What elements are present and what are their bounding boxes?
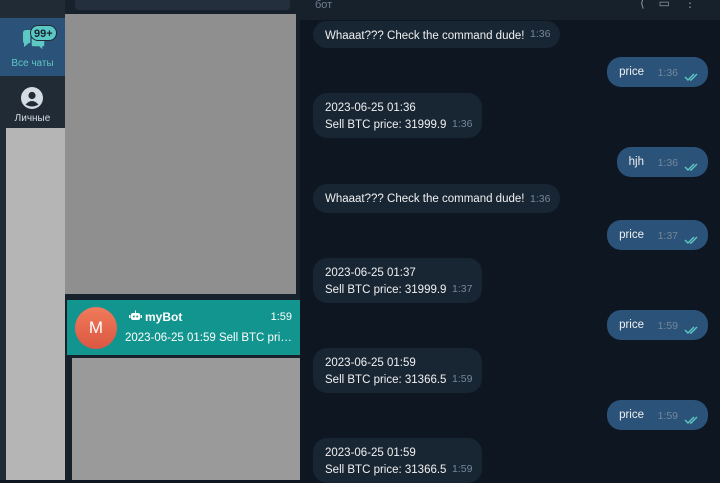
folder-personal[interactable]: Личные [0, 80, 65, 128]
message-time: 1:36 [452, 118, 473, 130]
message-time: 1:59 [657, 320, 678, 332]
folder-personal-label: Личные [14, 113, 51, 124]
more-icon[interactable]: ⋮ [684, 0, 710, 10]
folder-all-chats-label: Все чаты [11, 58, 54, 69]
video-icon[interactable]: ▭ [659, 0, 684, 10]
message-time: 1:59 [452, 463, 473, 475]
redacted-chats [72, 358, 300, 480]
chat-header: бот ⟨▭⋮ [300, 0, 720, 20]
message-text: Sell BTC price: 31999.9 [325, 119, 447, 131]
person-icon [21, 87, 43, 109]
folder-all-chats[interactable]: 99+ Все чаты [0, 18, 65, 76]
redacted-chats [65, 14, 296, 294]
message-time: 1:36 [657, 67, 678, 79]
read-check-icon [684, 163, 698, 171]
message-time: 1:36 [530, 193, 551, 205]
message-text: 2023-06-25 01:36 [325, 102, 416, 114]
message-incoming[interactable]: 2023-06-25 01:37 Sell BTC price: 31999.9… [313, 258, 483, 303]
chat-name: myBot [145, 310, 183, 324]
chat-time: 1:59 [270, 311, 292, 323]
message-time: 1:37 [657, 230, 678, 242]
chat-list: M myBot 1:59 2023-06-25 01:59 Sell BTC p… [65, 0, 300, 480]
nav-rail: 99+ Все чаты Личные [0, 0, 65, 480]
message-text: Sell BTC price: 31366.5 [325, 464, 447, 476]
read-check-icon [684, 416, 698, 424]
message-time: 1:36 [530, 28, 551, 40]
header-actions[interactable]: ⟨▭⋮ [640, 0, 710, 10]
message-text: 2023-06-25 01:37 [325, 267, 416, 279]
unread-badge: 99+ [30, 25, 57, 41]
message-text: Sell BTC price: 31366.5 [325, 374, 447, 386]
bot-icon [129, 310, 142, 320]
message-list[interactable]: Whaaat??? Check the command dude! 1:36 p… [300, 20, 720, 483]
message-time: 1:36 [657, 157, 678, 169]
message-text: Whaaat??? Check the command dude! [325, 30, 525, 42]
message-text: 2023-06-25 01:59 [325, 357, 416, 369]
message-incoming[interactable]: 2023-06-25 01:59 Sell BTC price: 31366.5… [313, 348, 483, 393]
message-text: price [619, 229, 644, 241]
message-text: price [619, 66, 644, 78]
message-incoming[interactable]: Whaaat??? Check the command dude! 1:36 [313, 21, 561, 48]
avatar: M [75, 307, 117, 349]
message-time: 1:59 [657, 410, 678, 422]
message-outgoing[interactable]: price 1:36 [607, 57, 708, 87]
message-text: hjh [628, 156, 644, 168]
message-outgoing[interactable]: price 1:59 [607, 400, 708, 430]
message-incoming[interactable]: 2023-06-25 01:36 Sell BTC price: 31999.9… [313, 93, 483, 138]
chat-list-item[interactable]: M myBot 1:59 2023-06-25 01:59 Sell BTC p… [67, 300, 300, 355]
message-outgoing[interactable]: price 1:59 [607, 310, 708, 340]
redacted-area [6, 128, 65, 480]
read-check-icon [684, 326, 698, 334]
message-text: price [619, 319, 644, 331]
message-outgoing[interactable]: hjh 1:36 [616, 147, 708, 177]
message-text: Sell BTC price: 31999.9 [325, 284, 447, 296]
search-input[interactable] [75, 0, 290, 10]
message-text: Whaaat??? Check the command dude! [325, 193, 525, 205]
message-time: 1:59 [452, 373, 473, 385]
message-text: price [619, 409, 644, 421]
read-check-icon [684, 236, 698, 244]
message-incoming[interactable]: 2023-06-25 01:59 Sell BTC price: 31366.5… [313, 438, 483, 483]
chat-preview: 2023-06-25 01:59 Sell BTC price: 31366.5 [125, 332, 295, 344]
read-check-icon [684, 73, 698, 81]
message-incoming[interactable]: Whaaat??? Check the command dude! 1:36 [313, 184, 561, 213]
chat-header-subtitle: бот [315, 0, 333, 11]
message-outgoing[interactable]: price 1:37 [607, 220, 708, 250]
call-icon[interactable]: ⟨ [640, 0, 659, 10]
message-time: 1:37 [452, 283, 473, 295]
message-text: 2023-06-25 01:59 [325, 447, 416, 459]
